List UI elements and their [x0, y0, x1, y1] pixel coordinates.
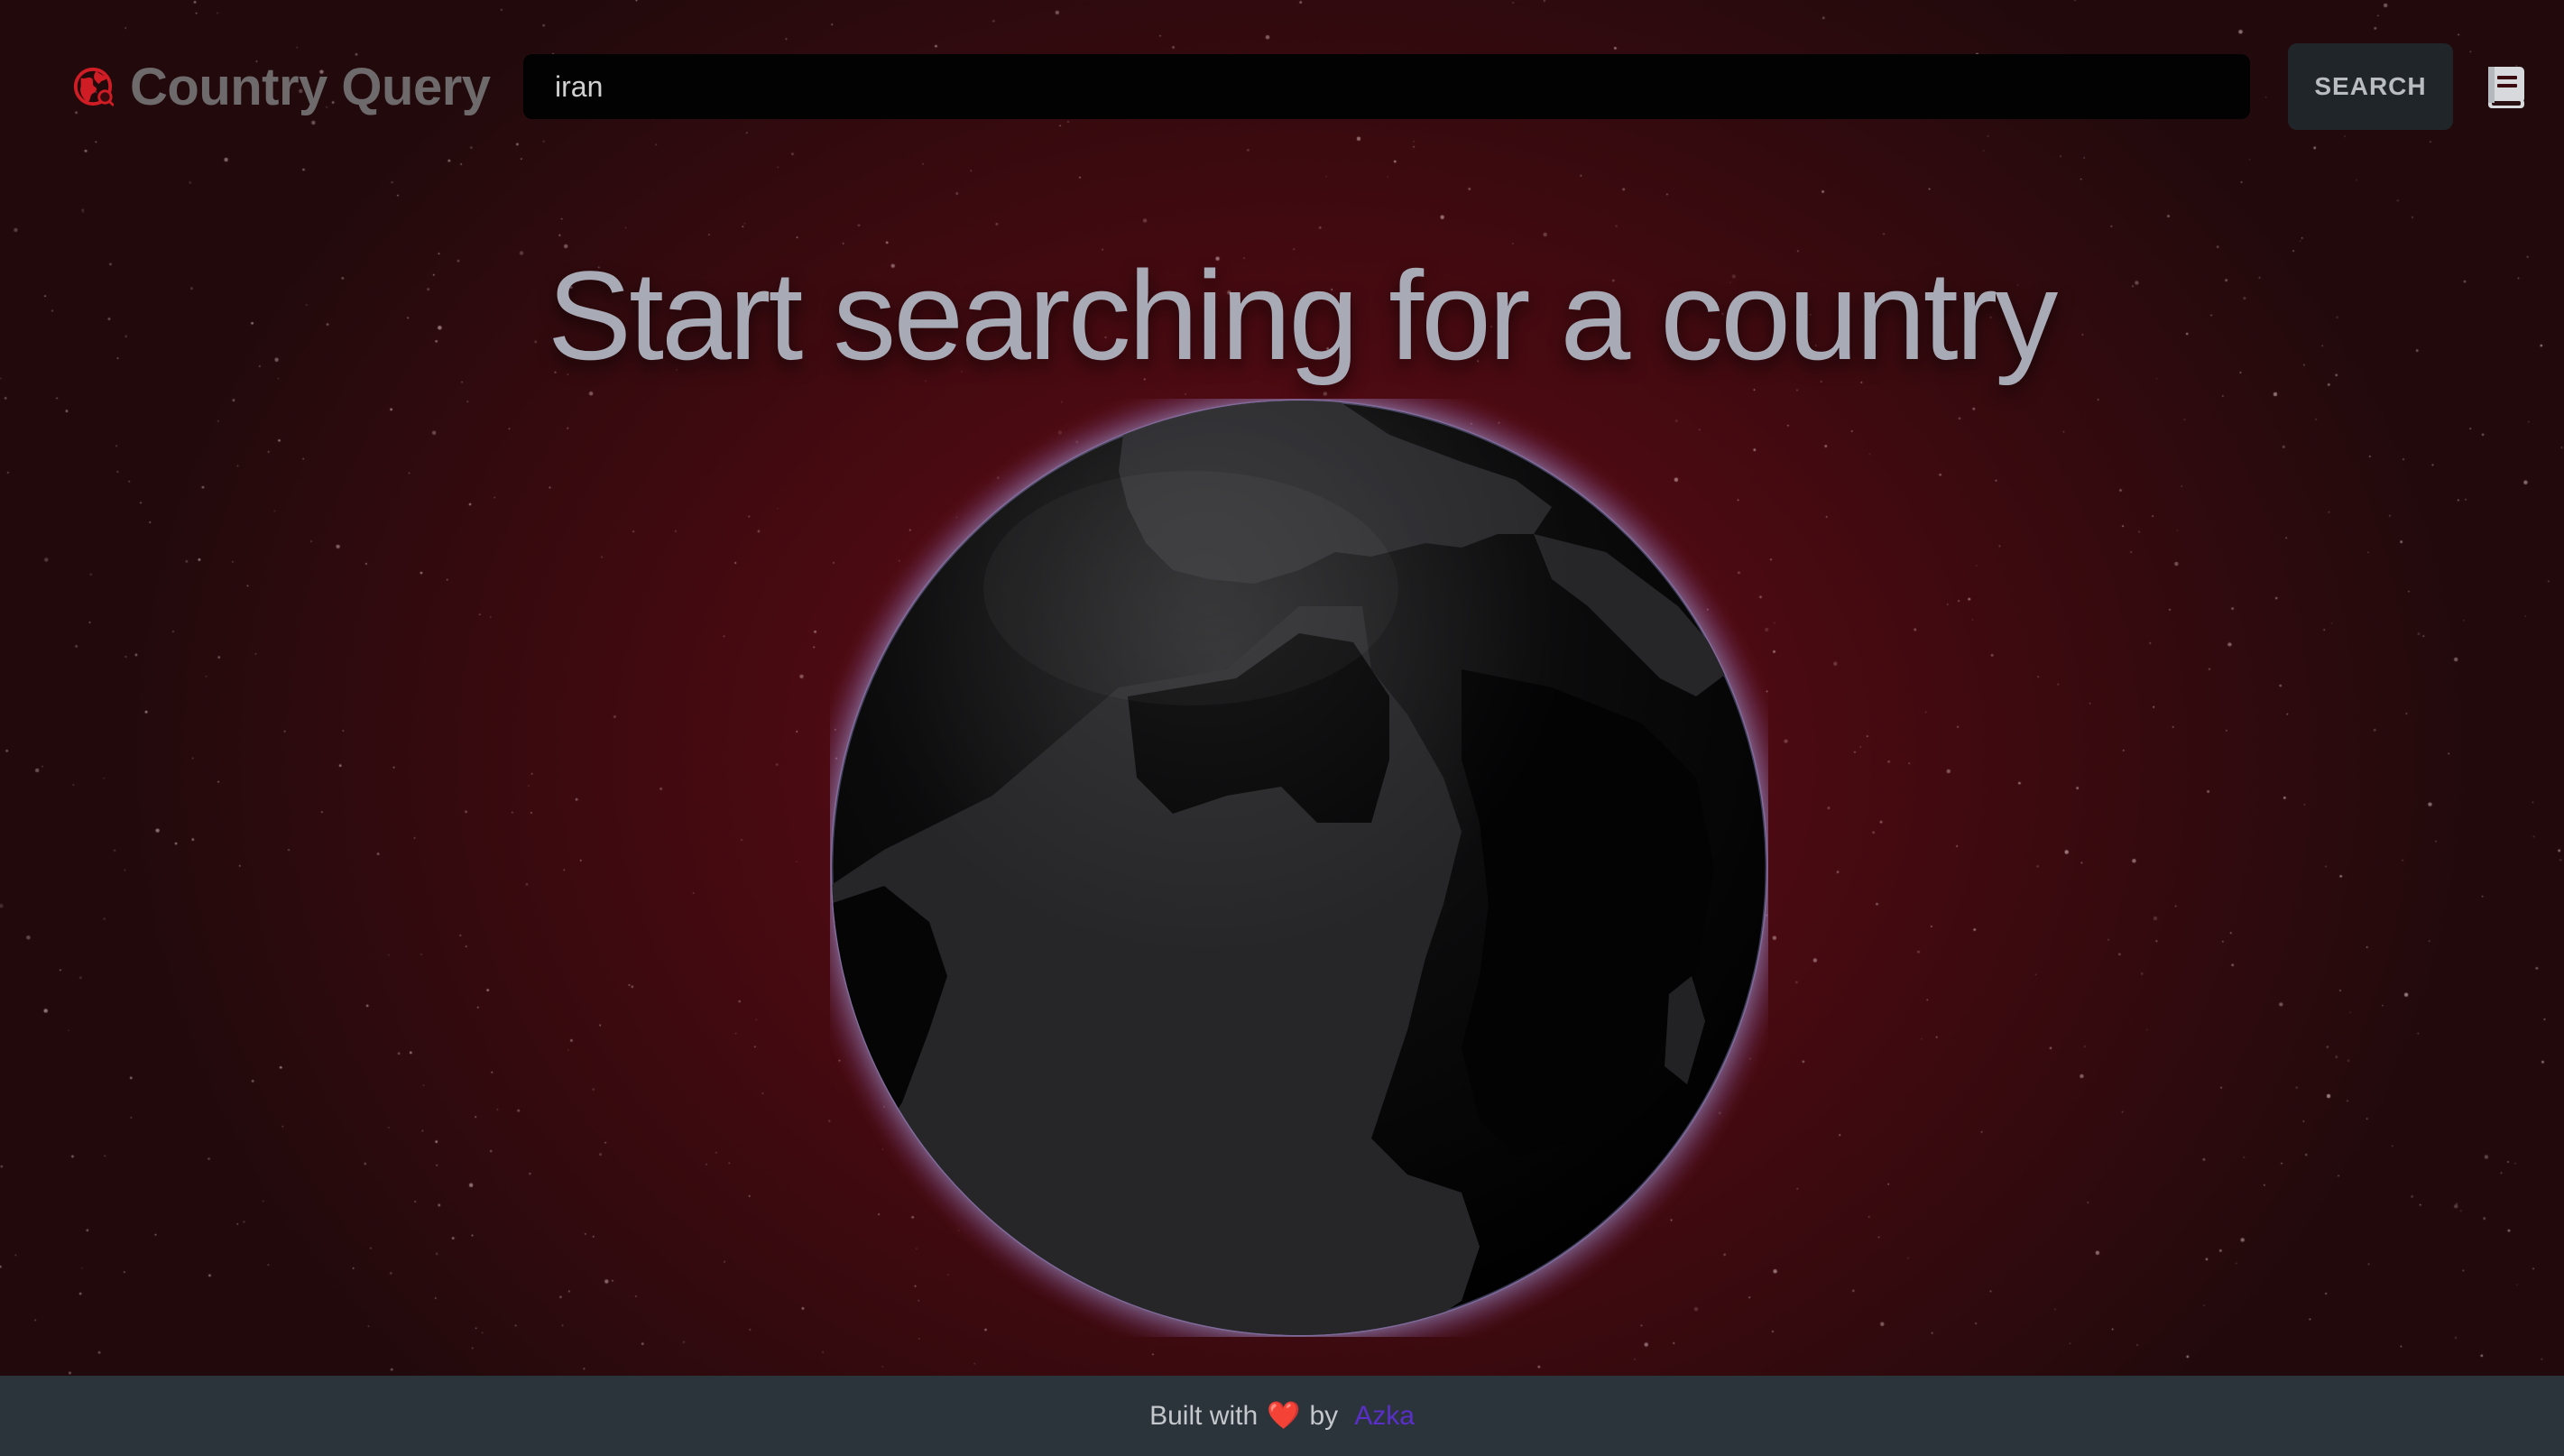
brand[interactable]: Country Query	[72, 54, 491, 119]
footer-built-with: Built with	[1149, 1400, 1259, 1431]
heart-icon: ❤️	[1267, 1401, 1301, 1431]
top-bar: Country Query SEARCH	[0, 0, 2564, 171]
book-icon[interactable]	[2486, 65, 2526, 110]
earth-globe[interactable]	[794, 363, 1804, 1373]
search-button[interactable]: SEARCH	[2288, 43, 2453, 130]
globe-icon	[73, 67, 114, 106]
footer: Built with ❤️ by Azka	[0, 1376, 2564, 1456]
country-search-input[interactable]	[523, 54, 2250, 119]
author-link[interactable]: Azka	[1354, 1401, 1415, 1432]
footer-by: by	[1309, 1400, 1339, 1431]
app-title: Country Query	[130, 57, 491, 116]
globe-graphic	[794, 363, 1804, 1373]
page-headline: Start searching for a country	[547, 244, 2059, 386]
